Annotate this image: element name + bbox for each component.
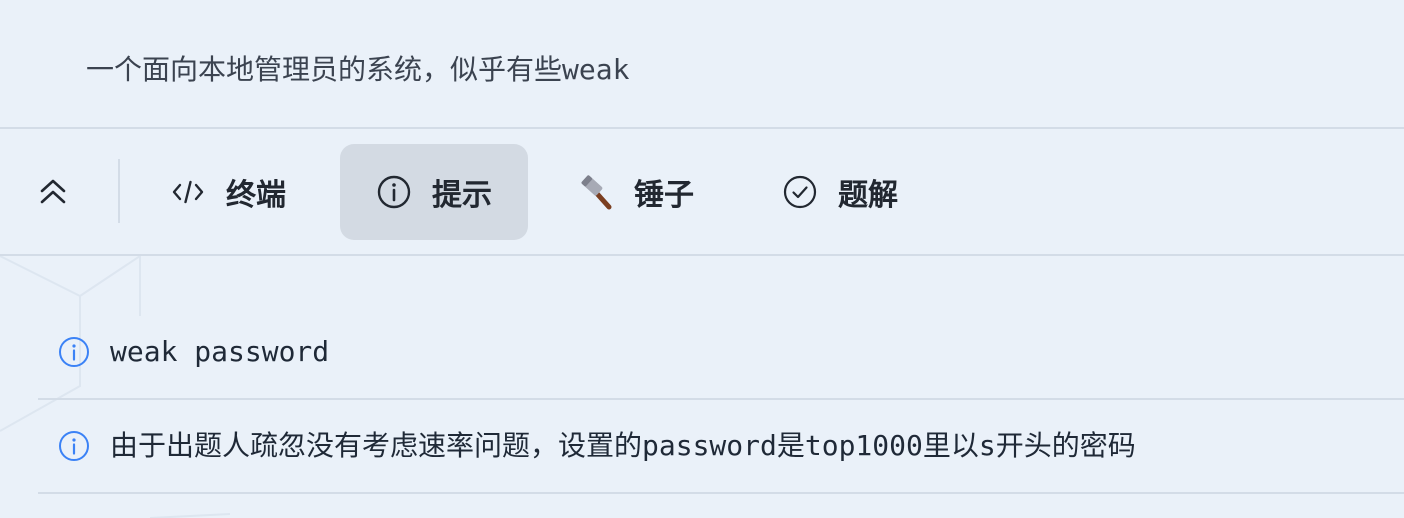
- hint-item: 由于出题人疏忽没有考虑速率问题，设置的password是top1000里以s开头…: [38, 400, 1404, 494]
- tab-separator: [118, 159, 120, 223]
- challenge-description: 一个面向本地管理员的系统，似乎有些weak: [86, 53, 630, 86]
- tab-bar-divider: [0, 254, 1404, 256]
- tab-hint-label: 提示: [432, 178, 492, 213]
- chevrons-up-icon: [40, 179, 66, 204]
- tab-hint[interactable]: 提示: [340, 144, 528, 240]
- info-circle-icon: [59, 337, 89, 367]
- hint-item: weak password: [38, 306, 1404, 400]
- tab-solution[interactable]: 题解: [782, 144, 942, 240]
- info-circle-icon: [59, 431, 89, 461]
- info-circle-icon: [376, 174, 412, 210]
- hint-text: 由于出题人疏忽没有考虑速率问题，设置的password是top1000里以s开头…: [110, 429, 1136, 462]
- code-icon: [170, 174, 206, 210]
- collapse-button[interactable]: [28, 169, 78, 215]
- tab-bar: 终端 提示 锤子 题解: [0, 129, 1404, 254]
- tab-hammer[interactable]: 锤子: [578, 144, 738, 240]
- tab-hammer-label: 锤子: [634, 178, 694, 213]
- check-circle-icon: [782, 174, 818, 210]
- tab-terminal-label: 终端: [226, 178, 286, 213]
- hint-text: weak password: [110, 335, 330, 368]
- hint-list: weak password 由于出题人疏忽没有考虑速率问题，设置的passwor…: [38, 306, 1404, 494]
- tab-solution-label: 题解: [838, 178, 898, 213]
- tab-terminal[interactable]: 终端: [170, 144, 330, 240]
- hammer-icon: [578, 174, 614, 210]
